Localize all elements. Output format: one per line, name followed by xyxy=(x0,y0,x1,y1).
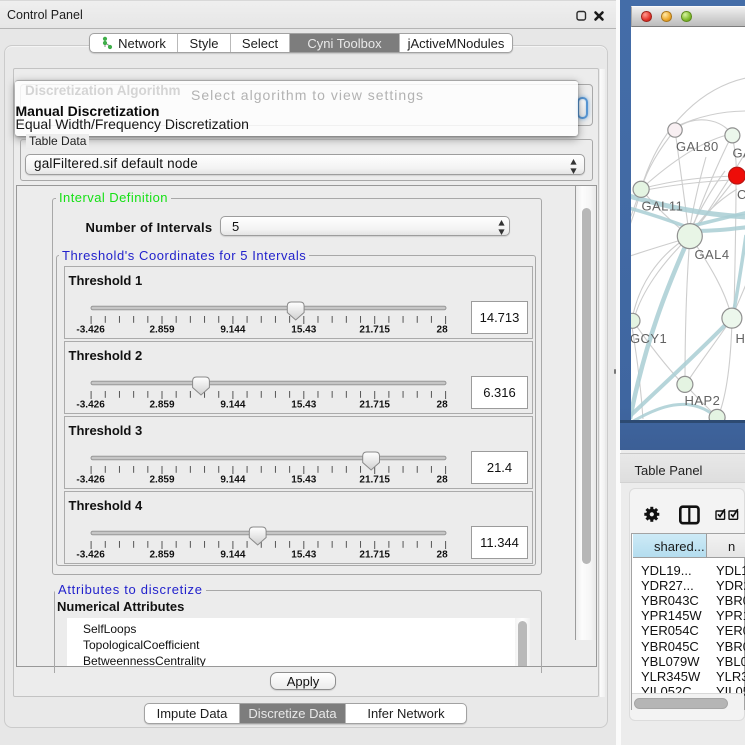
svg-text:H: H xyxy=(736,331,745,346)
svg-text:-3.426: -3.426 xyxy=(76,474,105,485)
svg-text:21.715: 21.715 xyxy=(359,474,390,485)
svg-text:9.144: 9.144 xyxy=(220,324,245,335)
svg-text:2.859: 2.859 xyxy=(149,549,174,560)
svg-text:9.144: 9.144 xyxy=(220,399,245,410)
svg-text:15.43: 15.43 xyxy=(291,399,316,410)
svg-text:21.715: 21.715 xyxy=(359,549,390,560)
svg-text:GCY1: GCY1 xyxy=(631,331,667,346)
svg-text:GA: GA xyxy=(733,146,745,161)
svg-text:28: 28 xyxy=(437,549,449,560)
svg-text:21.715: 21.715 xyxy=(359,399,390,410)
svg-text:-3.426: -3.426 xyxy=(76,399,105,410)
svg-text:15.43: 15.43 xyxy=(291,324,316,335)
svg-text:15.43: 15.43 xyxy=(291,474,316,485)
svg-text:28: 28 xyxy=(437,474,449,485)
svg-text:GAL4: GAL4 xyxy=(695,247,730,262)
svg-text:HAP2: HAP2 xyxy=(685,393,721,408)
svg-text:28: 28 xyxy=(437,324,449,335)
svg-text:15.43: 15.43 xyxy=(291,549,316,560)
svg-text:9.144: 9.144 xyxy=(220,474,245,485)
svg-text:C: C xyxy=(737,187,745,202)
svg-text:28: 28 xyxy=(437,399,449,410)
svg-text:GAL11: GAL11 xyxy=(642,198,684,213)
svg-text:9.144: 9.144 xyxy=(220,549,245,560)
svg-text:21.715: 21.715 xyxy=(359,324,390,335)
svg-text:-3.426: -3.426 xyxy=(76,549,105,560)
svg-text:GAL80: GAL80 xyxy=(676,139,719,154)
svg-text:2.859: 2.859 xyxy=(149,399,174,410)
svg-text:2.859: 2.859 xyxy=(149,324,174,335)
svg-text:-3.426: -3.426 xyxy=(76,324,105,335)
svg-text:2.859: 2.859 xyxy=(149,474,174,485)
